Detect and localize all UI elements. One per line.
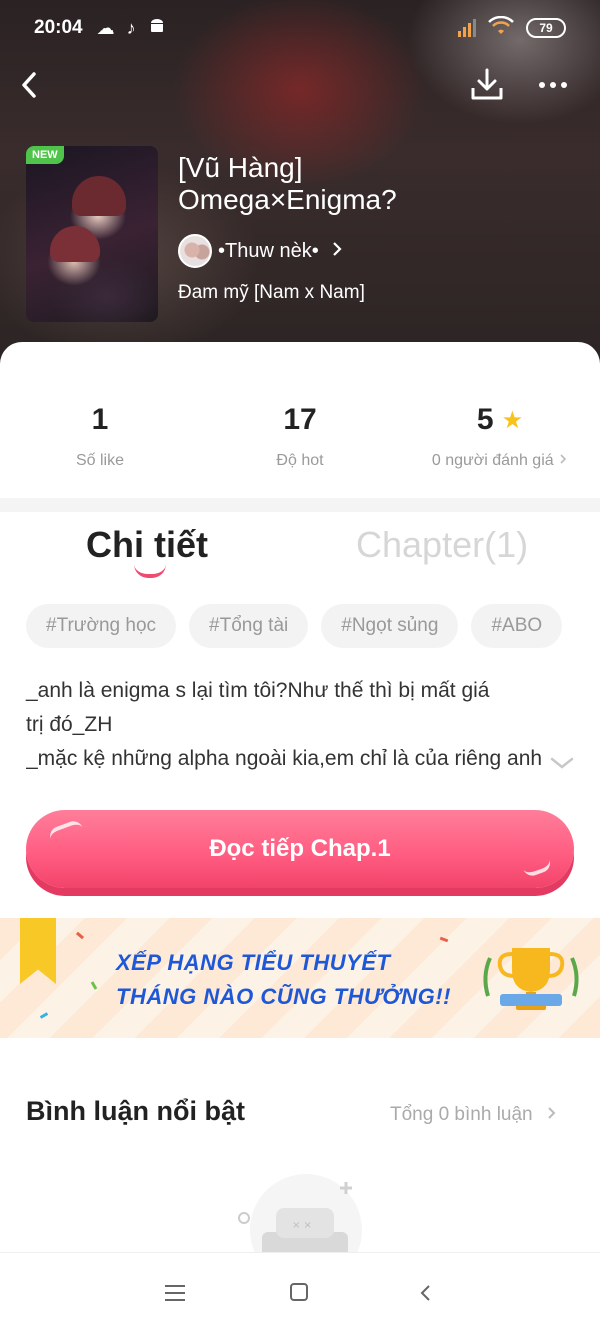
tab-chapter[interactable]: Chapter(1) bbox=[356, 524, 528, 566]
new-badge: NEW bbox=[26, 146, 64, 164]
description-line: _mặc kệ những alpha ngoài kia,em chỉ là … bbox=[26, 747, 543, 770]
tag-list: #Trường học #Tổng tài #Ngọt sủng #ABO bbox=[26, 604, 563, 648]
tab-detail[interactable]: Chi tiết bbox=[86, 524, 208, 566]
description-line: trị đó_ZH bbox=[26, 713, 113, 736]
banner-line: XẾP HẠNG TIỂU THUYẾT bbox=[116, 950, 391, 975]
tag-chip[interactable]: #ABO bbox=[471, 604, 563, 648]
author-avatar bbox=[178, 234, 212, 268]
author-name: •Thuw nèk• bbox=[218, 239, 319, 262]
book-cover[interactable]: NEW bbox=[26, 146, 158, 322]
system-navigation-bar bbox=[0, 1252, 600, 1333]
svg-text:× ×: × × bbox=[292, 1220, 312, 1231]
likes-value: 1 bbox=[91, 403, 109, 436]
ribbon-icon bbox=[20, 918, 56, 984]
tab-bar: Chi tiết Chapter(1) bbox=[0, 520, 600, 590]
star-icon: ★ bbox=[501, 406, 524, 434]
trophy-icon bbox=[476, 936, 586, 1026]
chevron-right-icon bbox=[547, 1104, 557, 1126]
more-options-icon[interactable] bbox=[532, 64, 574, 106]
tag-chip[interactable]: #Trường học bbox=[26, 604, 177, 648]
book-title: [Vũ Hàng] Omega×Enigma? bbox=[178, 152, 397, 215]
expand-chevron-icon[interactable] bbox=[548, 754, 576, 772]
battery-icon: 79 bbox=[526, 18, 566, 38]
chevron-right-icon bbox=[331, 241, 343, 262]
weather-icon: ☁ bbox=[96, 17, 115, 38]
continue-reading-label: Đọc tiếp Chap.1 bbox=[209, 835, 391, 862]
tag-chip[interactable]: #Tổng tài bbox=[189, 604, 309, 648]
description-line: _anh là enigma s lại tìm tôi?Như thế thì… bbox=[26, 679, 490, 702]
stat-hot: 17 Độ hot bbox=[200, 400, 400, 470]
comments-title: Bình luận nổi bật bbox=[26, 1096, 245, 1126]
stats-row: 1 Số like 17 Độ hot 5 ★ 0 người đánh giá bbox=[0, 400, 600, 480]
comments-total-link[interactable]: Tổng 0 bình luận bbox=[390, 1104, 557, 1126]
active-tab-indicator bbox=[134, 564, 166, 578]
author-link[interactable]: •Thuw nèk• bbox=[178, 234, 343, 268]
back-icon[interactable] bbox=[10, 64, 50, 104]
chevron-right-icon bbox=[558, 452, 568, 469]
section-divider bbox=[0, 498, 600, 512]
recent-apps-icon[interactable] bbox=[165, 1285, 185, 1301]
system-back-icon[interactable] bbox=[416, 1283, 436, 1303]
header-backdrop: 20:04 ☁ ♪ 79 NEW [Vũ Hàng] Omega×Enigma?… bbox=[0, 0, 600, 380]
rating-label: 0 người đánh giá bbox=[431, 452, 554, 469]
tag-chip[interactable]: #Ngọt sủng bbox=[321, 604, 459, 648]
book-genre: Đam mỹ [Nam x Nam] bbox=[178, 282, 365, 303]
signal-icon bbox=[458, 19, 476, 37]
hot-value: 17 bbox=[283, 403, 317, 436]
comments-total: Tổng 0 bình luận bbox=[390, 1104, 533, 1125]
status-bar: 20:04 ☁ ♪ 79 bbox=[0, 0, 600, 56]
likes-label: Số like bbox=[75, 452, 125, 469]
ranking-banner[interactable]: XẾP HẠNG TIỂU THUYẾT THÁNG NÀO CŨNG THƯỞ… bbox=[0, 918, 600, 1038]
continue-reading-button[interactable]: Đọc tiếp Chap.1 bbox=[26, 810, 574, 888]
stat-rating[interactable]: 5 ★ 0 người đánh giá bbox=[400, 400, 600, 470]
download-icon[interactable] bbox=[466, 64, 508, 106]
description[interactable]: _anh là enigma s lại tìm tôi?Như thế thì… bbox=[26, 674, 566, 776]
home-icon[interactable] bbox=[290, 1283, 308, 1301]
stat-likes: 1 Số like bbox=[0, 400, 200, 470]
empty-comments-icon: × × bbox=[236, 1172, 366, 1286]
detail-sheet: 1 Số like 17 Độ hot 5 ★ 0 người đánh giá… bbox=[0, 342, 600, 1333]
wifi-icon bbox=[488, 15, 514, 41]
rating-value: 5 bbox=[476, 403, 494, 436]
android-icon bbox=[148, 17, 166, 40]
status-time: 20:04 bbox=[34, 17, 83, 38]
banner-line: THÁNG NÀO CŨNG THƯỞNG!! bbox=[116, 984, 451, 1009]
hot-label: Độ hot bbox=[276, 452, 324, 469]
tiktok-icon: ♪ bbox=[126, 17, 136, 38]
